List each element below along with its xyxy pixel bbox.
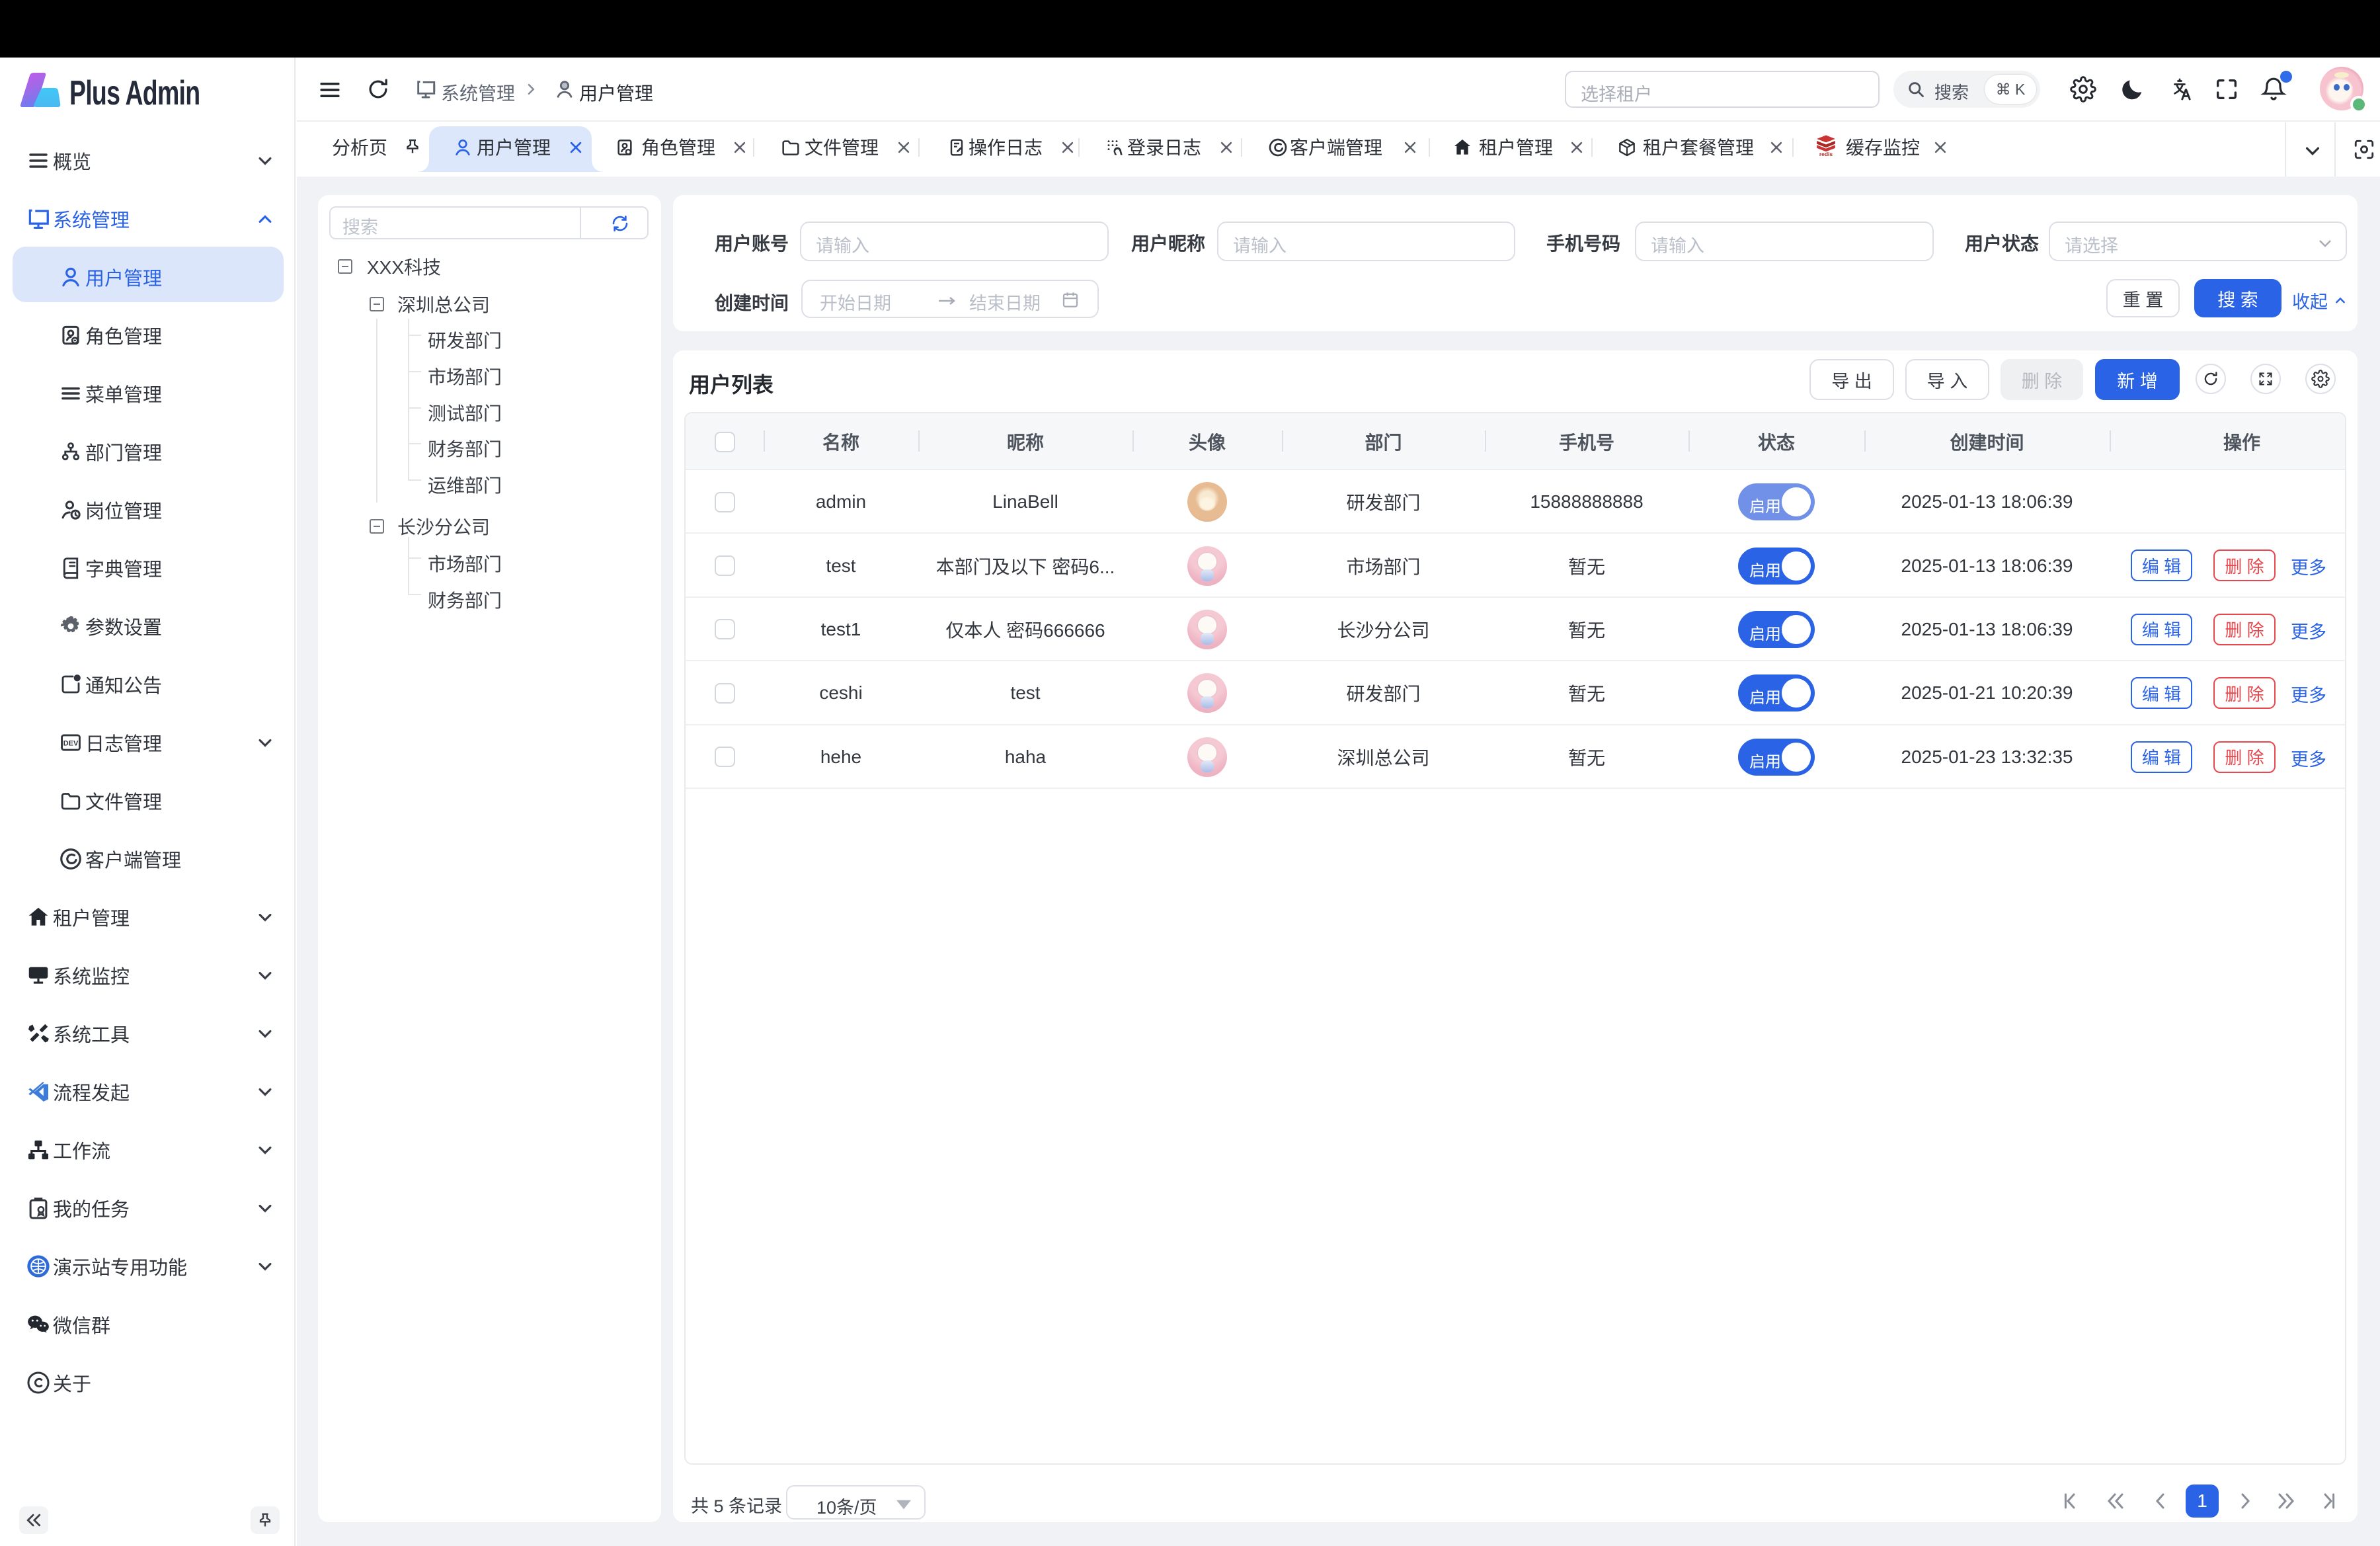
- svg-text:DEV: DEV: [63, 739, 79, 747]
- svg-text:redis: redis: [1819, 151, 1833, 157]
